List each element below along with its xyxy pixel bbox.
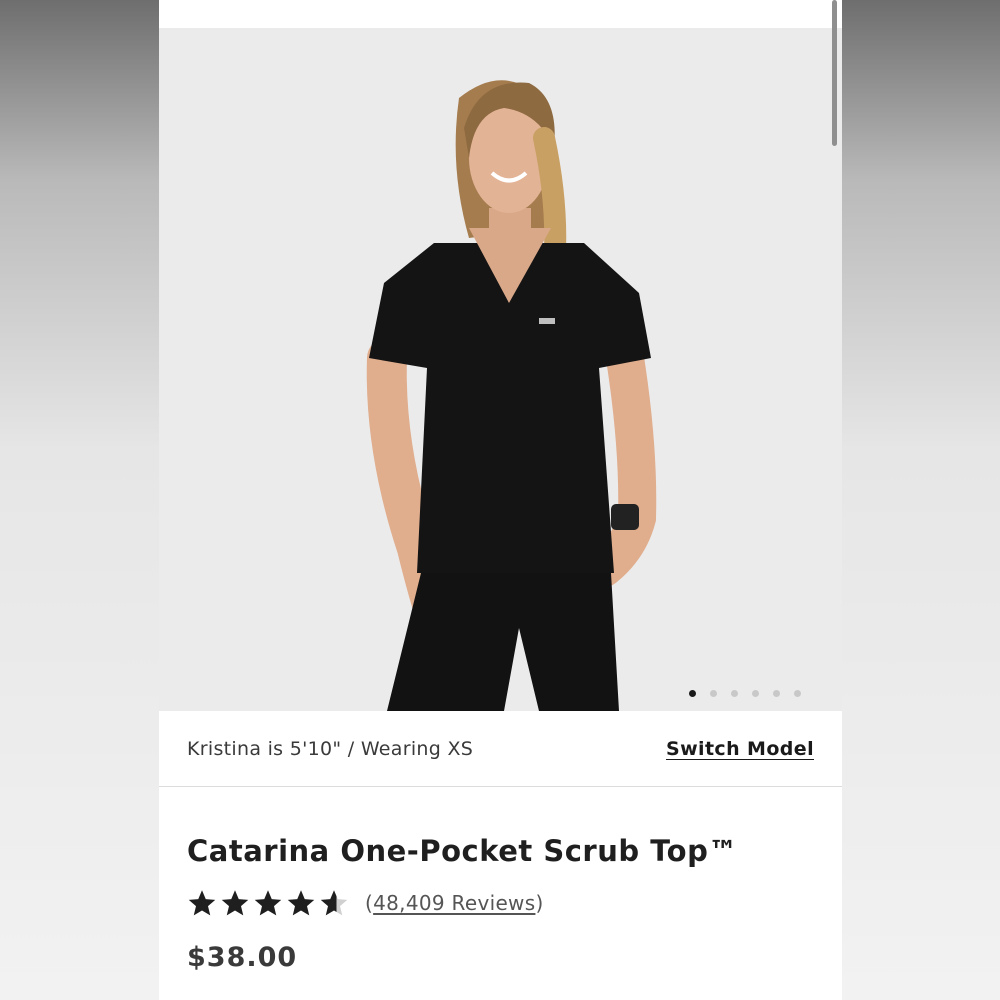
rating-row: (48,409 Reviews): [187, 888, 544, 918]
scrollbar[interactable]: [832, 0, 837, 146]
product-title: Catarina One-Pocket Scrub Top™: [187, 834, 738, 868]
product-page: Kristina is 5'10" / Wearing XS Switch Mo…: [159, 0, 842, 1000]
star-icon: [287, 890, 315, 916]
half-star-icon: [320, 890, 348, 916]
product-price: $38.00: [187, 942, 298, 973]
carousel-dot[interactable]: [731, 690, 738, 697]
reviews-link[interactable]: (48,409 Reviews): [365, 891, 544, 915]
star-icon: [221, 890, 249, 916]
carousel-dot[interactable]: [794, 690, 801, 697]
star-icon: [188, 890, 216, 916]
product-image[interactable]: [159, 28, 842, 711]
carousel-dot[interactable]: [773, 690, 780, 697]
switch-model-link[interactable]: Switch Model: [666, 738, 814, 760]
reviews-close-paren: ): [535, 891, 544, 915]
carousel-dot[interactable]: [752, 690, 759, 697]
model-photo: [366, 80, 657, 711]
reviews-open-paren: (: [365, 891, 374, 915]
carousel-dots: [689, 690, 801, 697]
star-icon: [254, 890, 282, 916]
carousel-dot[interactable]: [710, 690, 717, 697]
reviews-count[interactable]: 48,409 Reviews: [373, 891, 535, 915]
model-info-text: Kristina is 5'10" / Wearing XS: [187, 737, 474, 760]
star-rating: [187, 888, 349, 918]
carousel-dot[interactable]: [689, 690, 696, 697]
model-info-bar: Kristina is 5'10" / Wearing XS Switch Mo…: [159, 711, 842, 787]
